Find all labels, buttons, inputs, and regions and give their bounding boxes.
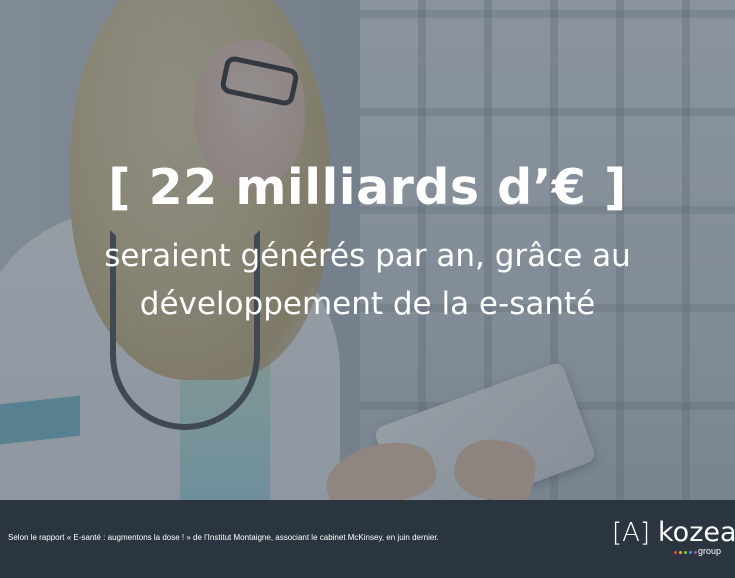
kozea-logo: [A] kozea group: [612, 517, 735, 563]
logo-bracket-icon: [A]: [612, 518, 651, 548]
footer-bar: Selon le rapport « E-santé : augmentons …: [0, 500, 735, 578]
source-note: Selon le rapport « E-santé : augmentons …: [8, 533, 439, 542]
slide: [ 22 milliards d’€ ] seraient générés pa…: [0, 0, 735, 578]
logo-suffix: group: [698, 546, 722, 556]
subheadline: seraient générés par an, grâce au dévelo…: [0, 232, 735, 328]
logo-wordmark: kozea: [658, 517, 735, 548]
logo-dot: [679, 551, 682, 554]
headline: [ 22 milliards d’€ ]: [108, 159, 627, 216]
logo-dot: [684, 551, 687, 554]
logo-dot: [674, 551, 677, 554]
subheadline-line-1: seraient générés par an, grâce au: [104, 238, 631, 274]
logo-dot: [694, 551, 697, 554]
logo-dot: [689, 551, 692, 554]
subheadline-line-2: développement de la e-santé: [139, 286, 596, 322]
logo-dots-icon: [674, 551, 697, 557]
